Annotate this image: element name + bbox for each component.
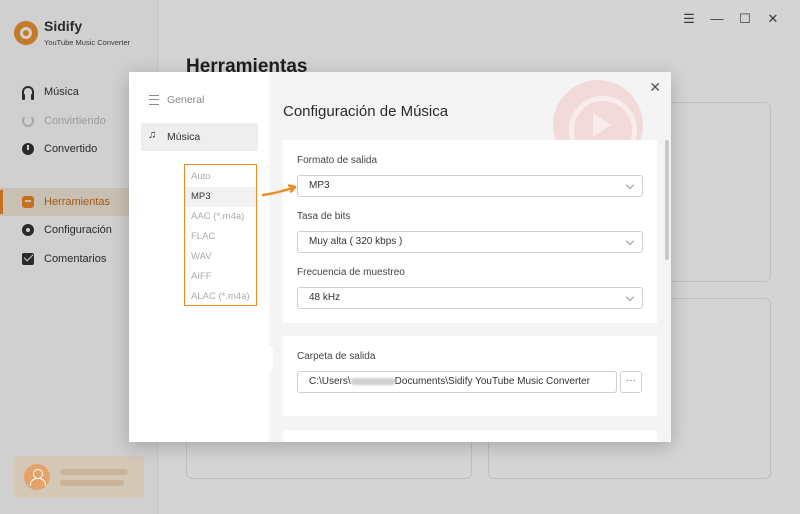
chevron-down-icon [625, 292, 635, 302]
panel-notch [265, 346, 273, 372]
bitrate-select[interactable]: Muy alta ( 320 kbps ) [297, 231, 643, 253]
menu-icon[interactable]: ☰ [682, 12, 696, 26]
sample-rate-label: Frecuencia de muestreo [297, 267, 405, 278]
settings-nav-label: General [167, 94, 205, 106]
format-option-flac[interactable]: FLAC [185, 227, 256, 247]
app-logo: Sidify YouTube Music Converter [14, 18, 130, 47]
settings-nav-general[interactable]: General [141, 86, 258, 114]
format-option-auto[interactable]: Auto [185, 167, 256, 187]
output-format-label: Formato de salida [297, 155, 378, 166]
toolbox-icon [22, 195, 34, 208]
user-info-redacted [60, 464, 128, 491]
sample-rate-select[interactable]: 48 kHz [297, 287, 643, 309]
output-folder-label: Carpeta de salida [297, 351, 376, 362]
close-window-icon[interactable]: ✕ [766, 12, 780, 26]
sidebar-item-label: Comentarios [44, 252, 107, 265]
mail-icon [22, 252, 34, 265]
headphones-icon [22, 86, 34, 101]
output-folder-field[interactable]: C:\Users\ Documents\Sidify YouTube Music … [297, 371, 617, 393]
output-folder-panel: Carpeta de salida C:\Users\ Documents\Sid… [283, 336, 657, 416]
user-avatar-icon [24, 464, 50, 490]
converting-icon [22, 114, 34, 127]
format-option-wav[interactable]: WAV [185, 247, 256, 267]
format-option-alac[interactable]: ALAC (*.m4a) [185, 287, 256, 307]
callout-arrow-icon [262, 184, 297, 197]
maximize-icon[interactable]: ☐ [738, 12, 752, 26]
window-controls: ☰ — ☐ ✕ [682, 12, 780, 26]
bitrate-label: Tasa de bits [297, 211, 351, 222]
next-settings-panel [283, 430, 657, 442]
path-suffix: Documents\Sidify YouTube Music Converter [394, 376, 590, 387]
minimize-icon[interactable]: — [710, 12, 724, 26]
settings-nav: General Música Auto MP3 AAC (*.m4a) FLAC… [129, 72, 269, 442]
close-dialog-icon[interactable]: ✕ [649, 79, 661, 96]
sidebar-item-label: Herramientas [44, 195, 111, 208]
bitrate-value: Muy alta ( 320 kbps ) [309, 236, 403, 247]
sidify-logo-icon [14, 20, 38, 45]
settings-dialog: General Música Auto MP3 AAC (*.m4a) FLAC… [129, 72, 671, 442]
dialog-title: Configuración de Música [283, 103, 449, 120]
format-option-aac[interactable]: AAC (*.m4a) [185, 207, 256, 227]
music-note-icon [148, 129, 159, 142]
user-account-card[interactable] [14, 456, 144, 498]
clock-icon [22, 143, 34, 156]
app-subtitle: YouTube Music Converter [44, 38, 131, 47]
format-options-list: Auto MP3 AAC (*.m4a) FLAC WAV AIFF ALAC … [184, 164, 257, 306]
sliders-icon [149, 95, 159, 105]
format-settings-panel: Formato de salida MP3 Tasa de bits Muy a… [283, 140, 657, 323]
redacted-username [350, 377, 395, 385]
sidebar-item-label: Configuración [44, 224, 112, 237]
gear-icon [22, 224, 34, 237]
browse-folder-button[interactable]: ··· [620, 371, 642, 393]
sidebar-item-label: Convirtiendo [44, 114, 106, 127]
settings-scrollbar[interactable] [665, 140, 669, 260]
sample-rate-value: 48 kHz [309, 292, 341, 303]
output-format-value: MP3 [309, 180, 330, 191]
sidebar-item-label: Música [44, 86, 79, 99]
path-prefix: C:\Users\ [309, 376, 351, 387]
format-option-mp3[interactable]: MP3 [185, 187, 256, 207]
app-name: Sidify [44, 18, 83, 34]
format-option-aiff[interactable]: AIFF [185, 267, 256, 287]
chevron-down-icon [625, 180, 635, 190]
sidebar-item-label: Convertido [44, 143, 98, 156]
settings-nav-label: Música [167, 131, 201, 143]
output-format-select[interactable]: MP3 [297, 175, 643, 197]
chevron-down-icon [625, 236, 635, 246]
settings-nav-musica[interactable]: Música [141, 123, 258, 151]
